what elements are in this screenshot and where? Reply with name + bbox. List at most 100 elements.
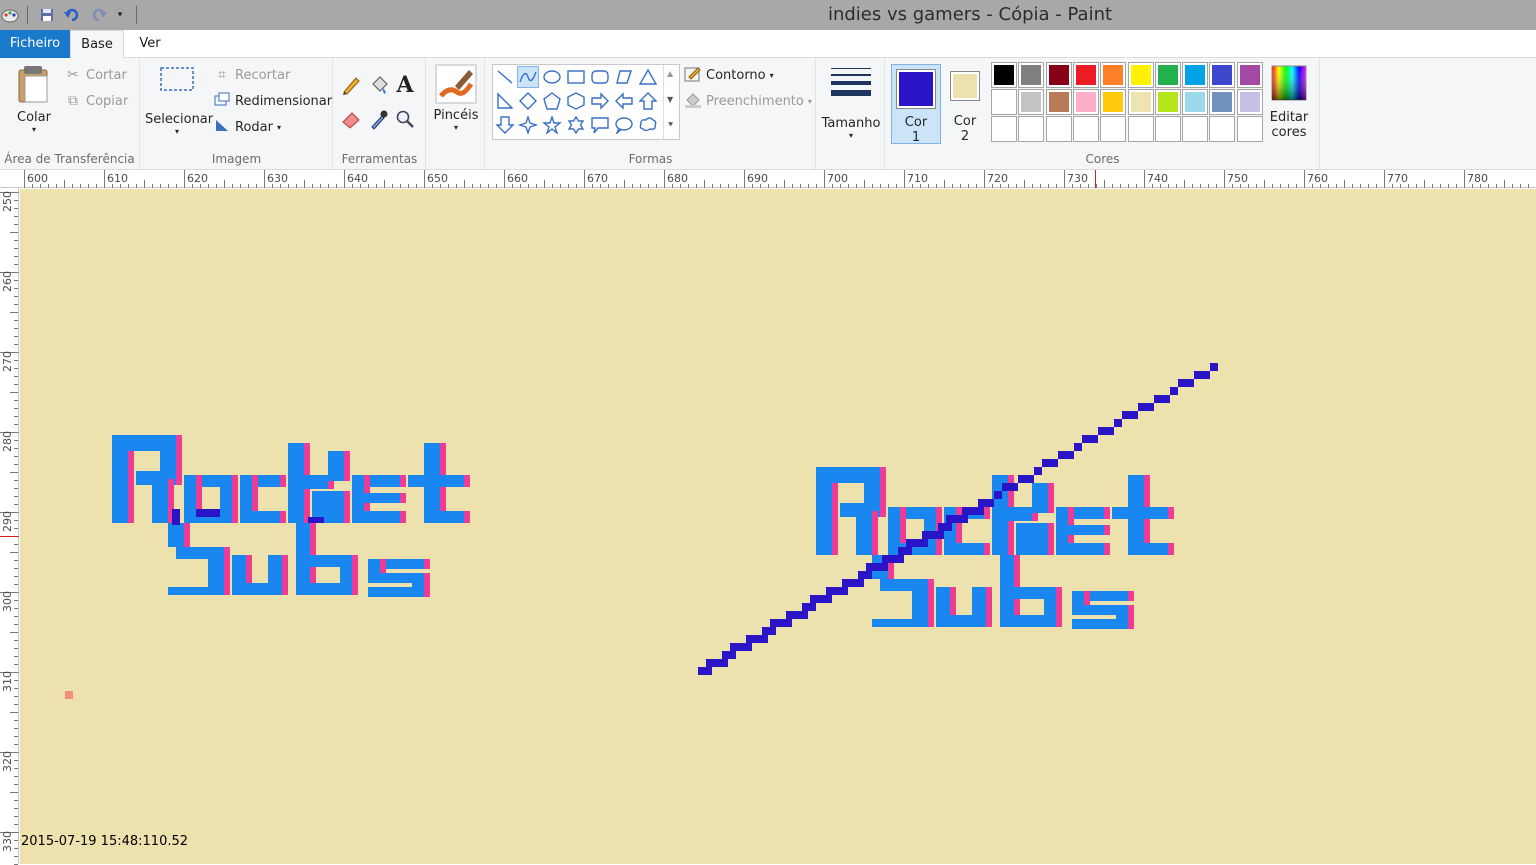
shape-triangle-icon[interactable] <box>637 66 659 88</box>
logo-left-letter-c-bottom <box>240 511 280 523</box>
palette-swatch[interactable] <box>1018 116 1045 142</box>
palette-swatch[interactable] <box>991 62 1017 88</box>
scroll-down-icon[interactable]: ▼ <box>667 95 673 104</box>
palette-swatch[interactable] <box>1154 89 1181 115</box>
shape-line-icon[interactable] <box>494 66 516 88</box>
palette-swatch[interactable] <box>1018 62 1045 88</box>
palette-swatch[interactable] <box>1100 116 1127 142</box>
shape-right-triangle-icon[interactable] <box>494 90 516 112</box>
shape-pentagon-icon[interactable] <box>541 90 563 112</box>
ruler-minor-tick <box>14 440 18 441</box>
shape-diamond-icon[interactable] <box>517 90 539 112</box>
tab-view[interactable]: Ver <box>128 30 172 58</box>
palette-swatch[interactable] <box>1100 62 1127 88</box>
shape-rounded-rectangle-icon[interactable] <box>589 66 611 88</box>
edit-colors-button[interactable]: Editar cores <box>1264 64 1314 144</box>
shape-rectangle-icon[interactable] <box>565 66 587 88</box>
shape-four-point-star-icon[interactable] <box>517 114 539 136</box>
shape-six-point-star-icon[interactable] <box>565 114 587 136</box>
drawing-canvas[interactable]: 2015-07-19 15:48:110.52 <box>20 189 1536 864</box>
scroll-up-icon[interactable]: ▲ <box>667 69 673 78</box>
fill-button[interactable]: Preenchimento ▾ <box>684 90 812 112</box>
paint-app-icon[interactable] <box>0 6 20 24</box>
palette-swatch[interactable] <box>1127 116 1154 142</box>
redo-icon[interactable] <box>89 6 109 24</box>
pencil-icon[interactable] <box>340 74 362 96</box>
shape-oval-callout-icon[interactable] <box>613 114 635 136</box>
magnifier-icon[interactable] <box>394 108 416 130</box>
palette-swatch[interactable] <box>1154 116 1181 142</box>
shapes-expand-icon[interactable]: ⯆ <box>667 121 674 131</box>
ruler-minor-tick <box>1000 184 1001 188</box>
logo-right-letter-k-arm-up <box>1008 507 1032 521</box>
palette-swatch[interactable] <box>1072 89 1099 115</box>
tab-file[interactable]: Ficheiro <box>0 30 70 58</box>
shape-hexagon-icon[interactable] <box>565 90 587 112</box>
quick-access-dropdown-icon[interactable]: ▾ <box>113 6 127 24</box>
palette-swatch[interactable] <box>1018 89 1045 115</box>
shape-curve-icon[interactable] <box>517 66 539 88</box>
color2-button[interactable]: Cor 2 <box>942 64 988 144</box>
shape-rect-callout-icon[interactable] <box>589 114 611 136</box>
resize-button[interactable]: Redimensionar <box>213 90 332 112</box>
palette-swatch[interactable] <box>991 89 1017 115</box>
palette-swatch[interactable] <box>1236 62 1263 88</box>
select-button[interactable]: Selecionar ▾ <box>145 64 213 144</box>
ruler-minor-tick <box>136 184 137 188</box>
palette-swatch[interactable] <box>1127 62 1154 88</box>
outline-button[interactable]: Contorno ▾ <box>684 64 774 86</box>
cut-button[interactable]: ✂ Cortar <box>64 64 127 86</box>
shape-cloud-callout-icon[interactable] <box>637 114 659 136</box>
ruler-minor-tick <box>128 184 129 188</box>
ruler-minor-tick <box>608 184 609 188</box>
copy-button[interactable]: ⧉ Copiar <box>64 90 128 112</box>
drawn-line-segment <box>1002 483 1010 491</box>
ruler-minor-tick <box>256 184 257 188</box>
palette-swatch[interactable] <box>1045 116 1072 142</box>
fill-bucket-icon[interactable] <box>368 74 390 96</box>
palette-swatch[interactable] <box>1072 116 1099 142</box>
ruler-minor-tick <box>1504 180 1505 188</box>
palette-swatch[interactable] <box>991 116 1017 142</box>
palette-swatch[interactable] <box>1045 62 1072 88</box>
text-tool-icon[interactable]: A <box>394 72 416 98</box>
palette-swatch[interactable] <box>1209 62 1236 88</box>
shape-right-arrow-icon[interactable] <box>589 90 611 112</box>
colors-group: Cor 1 Cor 2 Editar cores Cores <box>886 58 1320 170</box>
palette-swatch[interactable] <box>1209 89 1236 115</box>
palette-swatch[interactable] <box>1127 89 1154 115</box>
crop-button[interactable]: ⌗ Recortar <box>213 64 290 86</box>
palette-swatch[interactable] <box>1045 89 1072 115</box>
ruler-minor-tick <box>224 180 225 188</box>
palette-swatch[interactable] <box>1182 89 1209 115</box>
eraser-icon[interactable] <box>340 108 362 130</box>
shape-left-arrow-icon[interactable] <box>613 90 635 112</box>
save-icon[interactable] <box>37 6 57 24</box>
palette-swatch[interactable] <box>1209 116 1236 142</box>
palette-swatch[interactable] <box>1100 89 1127 115</box>
paste-button[interactable]: Colar ▾ <box>8 64 60 144</box>
ruler-minor-tick <box>14 568 18 569</box>
shape-polygon-icon[interactable] <box>613 66 635 88</box>
palette-swatch[interactable] <box>1182 116 1209 142</box>
ruler-minor-tick <box>1288 184 1289 188</box>
undo-icon[interactable] <box>62 6 82 24</box>
rotate-button[interactable]: Rodar ▾ <box>213 116 281 138</box>
size-button[interactable]: Tamanho ▾ <box>821 64 881 144</box>
ruler-minor-tick <box>14 648 18 649</box>
palette-swatch[interactable] <box>1072 62 1099 88</box>
shape-down-arrow-icon[interactable] <box>494 114 516 136</box>
shapes-scroll[interactable]: ▲ ▼ ⯆ <box>663 65 679 139</box>
shape-oval-icon[interactable] <box>541 66 563 88</box>
palette-swatch[interactable] <box>1236 116 1263 142</box>
palette-swatch[interactable] <box>1154 62 1181 88</box>
color-picker-icon[interactable] <box>368 108 390 130</box>
tab-home[interactable]: Base <box>70 30 124 59</box>
palette-swatch[interactable] <box>1182 62 1209 88</box>
palette-swatch[interactable] <box>1236 89 1263 115</box>
shape-five-point-star-icon[interactable] <box>541 114 563 136</box>
color1-button[interactable]: Cor 1 <box>891 64 941 145</box>
shape-up-arrow-icon[interactable] <box>637 90 659 112</box>
ruler-minor-tick <box>10 792 18 793</box>
brushes-button[interactable]: Pincéis ▾ <box>431 64 481 144</box>
